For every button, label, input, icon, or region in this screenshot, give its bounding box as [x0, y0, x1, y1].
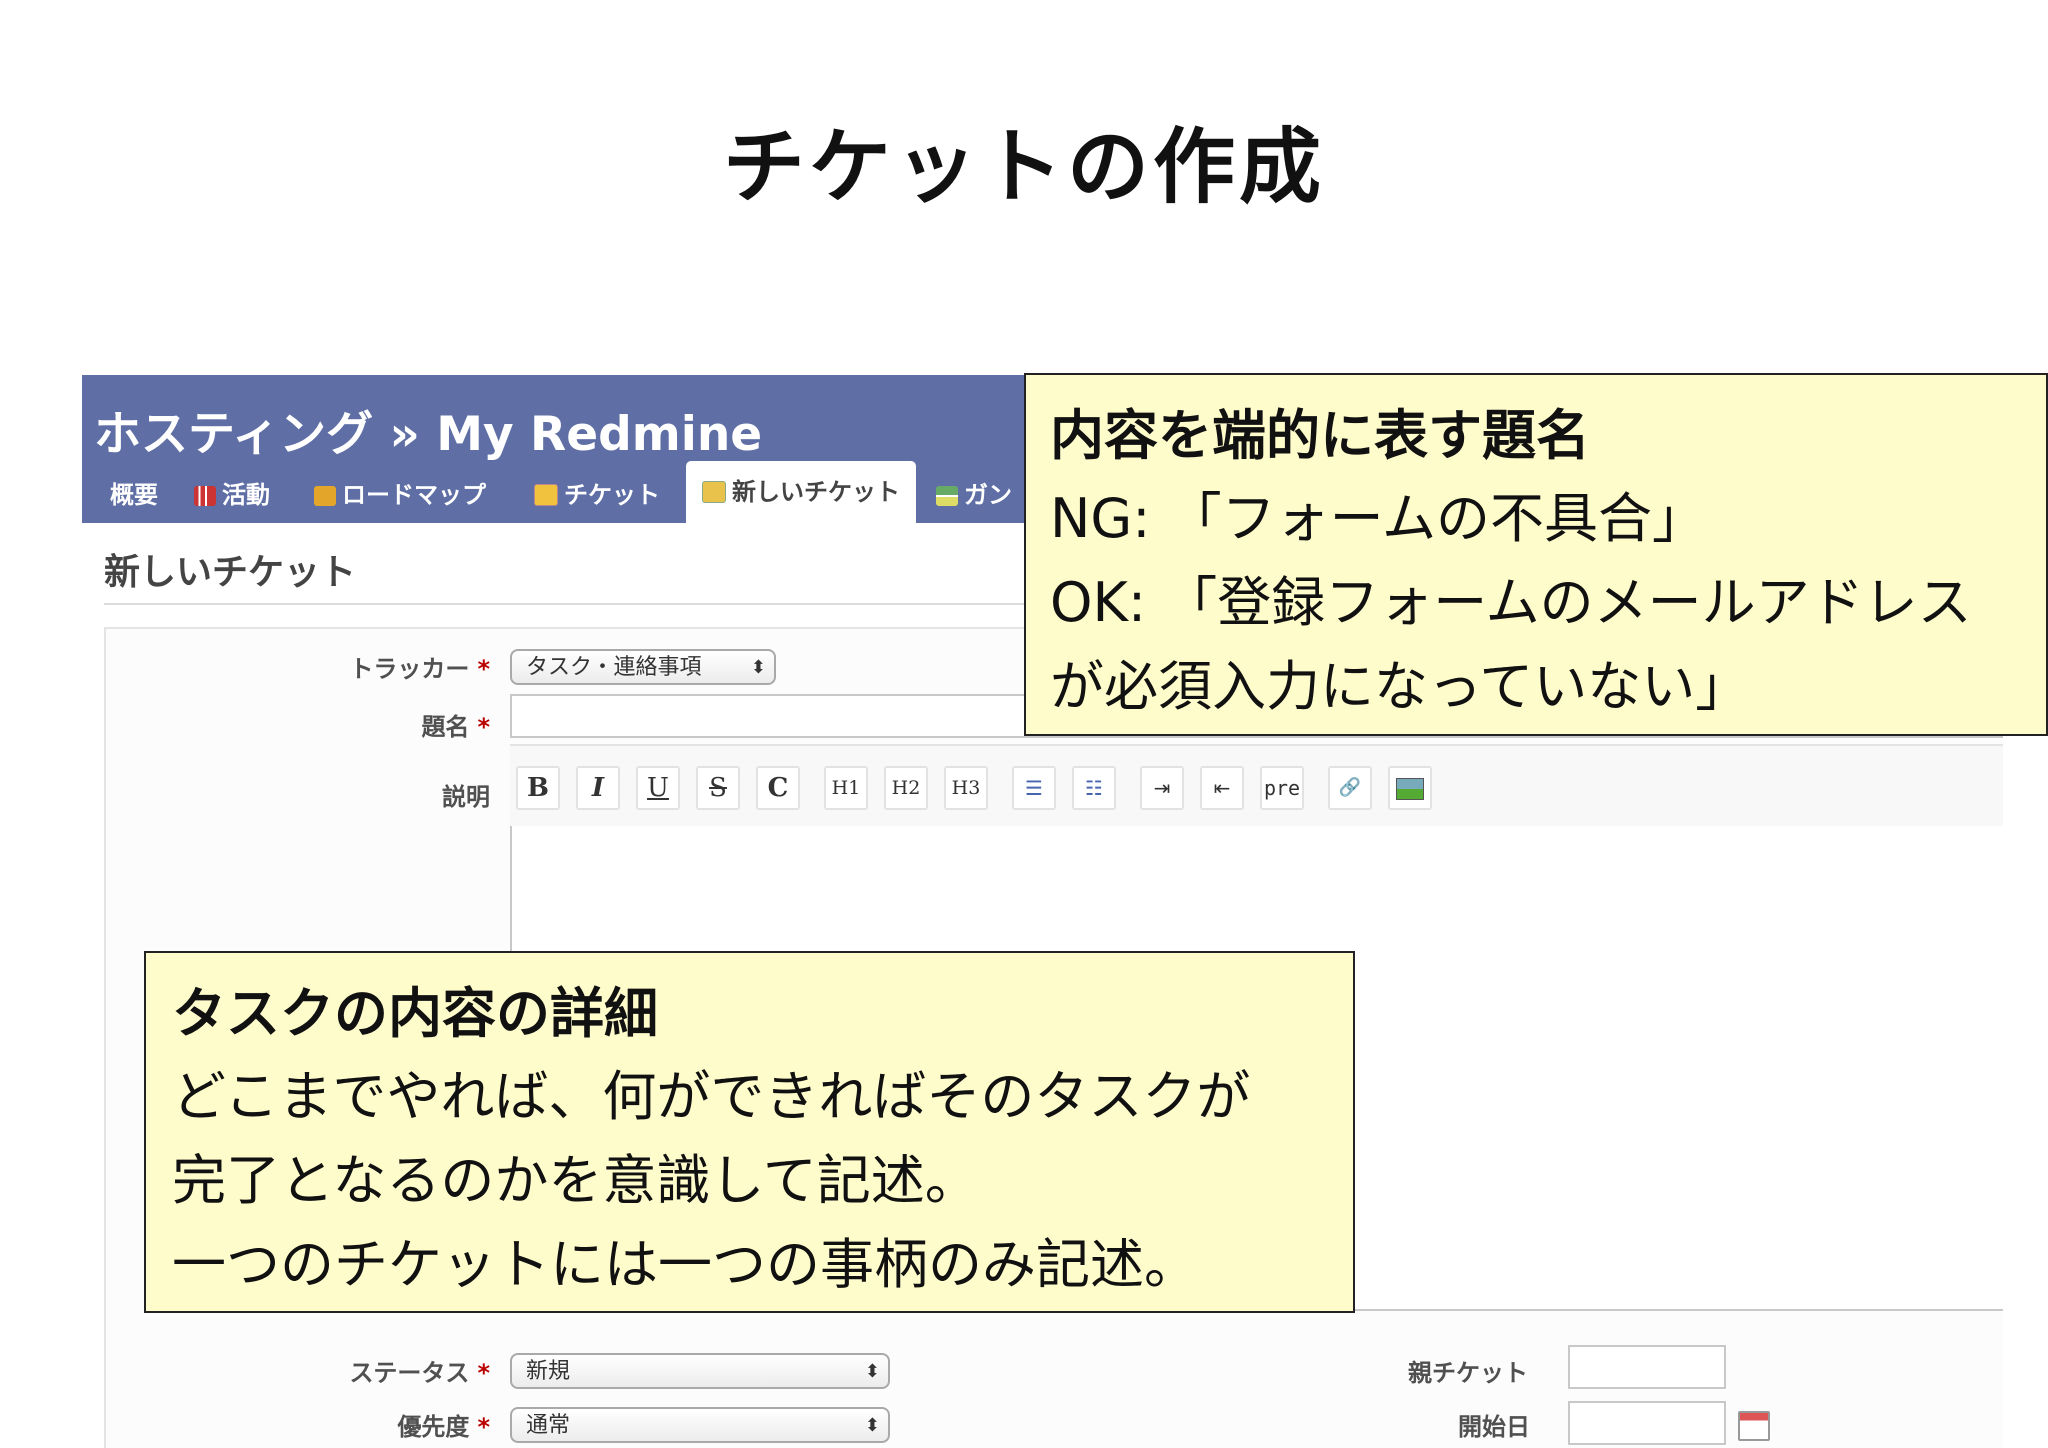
underline-button[interactable]: U: [636, 766, 680, 810]
required-mark: *: [477, 655, 490, 683]
gantt-icon: [936, 486, 958, 506]
select-arrows-icon: ⬍: [750, 657, 766, 678]
subject-label-text: 題名: [421, 713, 470, 741]
new-ticket-icon: [702, 481, 726, 503]
image-icon[interactable]: [1388, 766, 1432, 810]
select-arrows-icon: ⬍: [864, 1415, 880, 1436]
tab-new-issue[interactable]: 新しいチケット: [686, 461, 916, 523]
callout-line: 完了となるのかを意識して記述。: [172, 1149, 979, 1212]
italic-button[interactable]: I: [576, 766, 620, 810]
outdent-icon[interactable]: ⇤: [1200, 766, 1244, 810]
page-heading: 新しいチケット: [104, 552, 357, 593]
tab-label: 概要: [110, 481, 158, 509]
status-value: 新規: [526, 1359, 571, 1384]
slide-title: チケットの作成: [722, 120, 1325, 215]
start-date-input[interactable]: [1568, 1401, 1726, 1445]
ticket-icon: [534, 484, 558, 506]
status-select[interactable]: 新規 ⬍: [510, 1353, 890, 1389]
project-title[interactable]: ホスティング » My Redmine: [94, 395, 762, 464]
callout-line: どこまでやれば、何ができればそのタスクが: [172, 1065, 1251, 1128]
code-button[interactable]: C: [756, 766, 800, 810]
ordered-list-icon[interactable]: ☷: [1072, 766, 1116, 810]
tracker-label: トラッカー *: [349, 649, 490, 684]
tracker-label-text: トラッカー: [349, 655, 470, 683]
callout-line: が必須入力になっていない」: [1050, 655, 1750, 718]
wiki-toolbar: B I U S C H1 H2 H3 ☰ ☷ ⇥ ⇤ pre 🔗: [510, 744, 2003, 828]
tracker-value: タスク・連絡事項: [526, 655, 702, 680]
activity-icon: [194, 486, 216, 506]
link-icon[interactable]: 🔗: [1328, 766, 1372, 810]
indent-icon[interactable]: ⇥: [1140, 766, 1184, 810]
select-arrows-icon: ⬍: [864, 1361, 880, 1382]
priority-select[interactable]: 通常 ⬍: [510, 1407, 890, 1443]
status-label: ステータス *: [349, 1353, 490, 1388]
roadmap-icon: [314, 486, 336, 506]
unordered-list-icon[interactable]: ☰: [1012, 766, 1056, 810]
required-mark: *: [477, 713, 490, 741]
tab-roadmap[interactable]: ロードマップ: [314, 467, 486, 523]
subject-label: 題名 *: [421, 707, 490, 742]
callout-line: 一つのチケットには一つの事柄のみ記述。: [172, 1233, 1198, 1296]
tab-overview[interactable]: 概要: [110, 467, 158, 523]
callout-line: NG: 「フォームの不具合」: [1050, 487, 1706, 550]
heading2-button[interactable]: H2: [884, 766, 928, 810]
parent-issue-label: 親チケット: [1408, 1359, 1528, 1387]
tab-issues[interactable]: チケット: [534, 467, 660, 523]
tab-label: チケット: [564, 481, 660, 509]
subject-callout: 内容を端的に表す題名 NG: 「フォームの不具合」 OK: 「登録フォームのメー…: [1024, 373, 2048, 736]
tab-gantt[interactable]: ガン: [936, 467, 1012, 523]
priority-value: 通常: [526, 1413, 571, 1438]
image-glyph: [1396, 778, 1424, 800]
heading1-button[interactable]: H1: [824, 766, 868, 810]
required-mark: *: [477, 1413, 490, 1441]
start-date-label: 開始日: [1458, 1413, 1530, 1441]
description-callout: タスクの内容の詳細 どこまでやれば、何ができればそのタスクが 完了となるのかを意…: [144, 951, 1355, 1313]
strike-button[interactable]: S: [696, 766, 740, 810]
calendar-icon[interactable]: [1738, 1411, 1770, 1441]
tab-activity[interactable]: 活動: [194, 467, 270, 523]
callout-title: タスクの内容の詳細: [172, 982, 658, 1045]
description-label: 説明: [442, 783, 490, 811]
status-label-text: ステータス: [349, 1359, 470, 1387]
tab-label: ロードマップ: [342, 481, 486, 509]
heading3-button[interactable]: H3: [944, 766, 988, 810]
required-mark: *: [477, 1359, 490, 1387]
bold-button[interactable]: B: [516, 766, 560, 810]
tracker-select[interactable]: タスク・連絡事項 ⬍: [510, 649, 776, 685]
tab-label: 活動: [222, 481, 270, 509]
pre-button[interactable]: pre: [1260, 766, 1304, 810]
tab-label: ガン: [964, 481, 1012, 509]
parent-issue-input[interactable]: [1568, 1345, 1726, 1389]
priority-label-text: 優先度: [397, 1413, 470, 1441]
priority-label: 優先度 *: [397, 1407, 490, 1442]
callout-title: 内容を端的に表す題名: [1050, 404, 1590, 467]
tab-label: 新しいチケット: [732, 478, 900, 506]
callout-line: OK: 「登録フォームのメールアドレス: [1050, 571, 1972, 634]
